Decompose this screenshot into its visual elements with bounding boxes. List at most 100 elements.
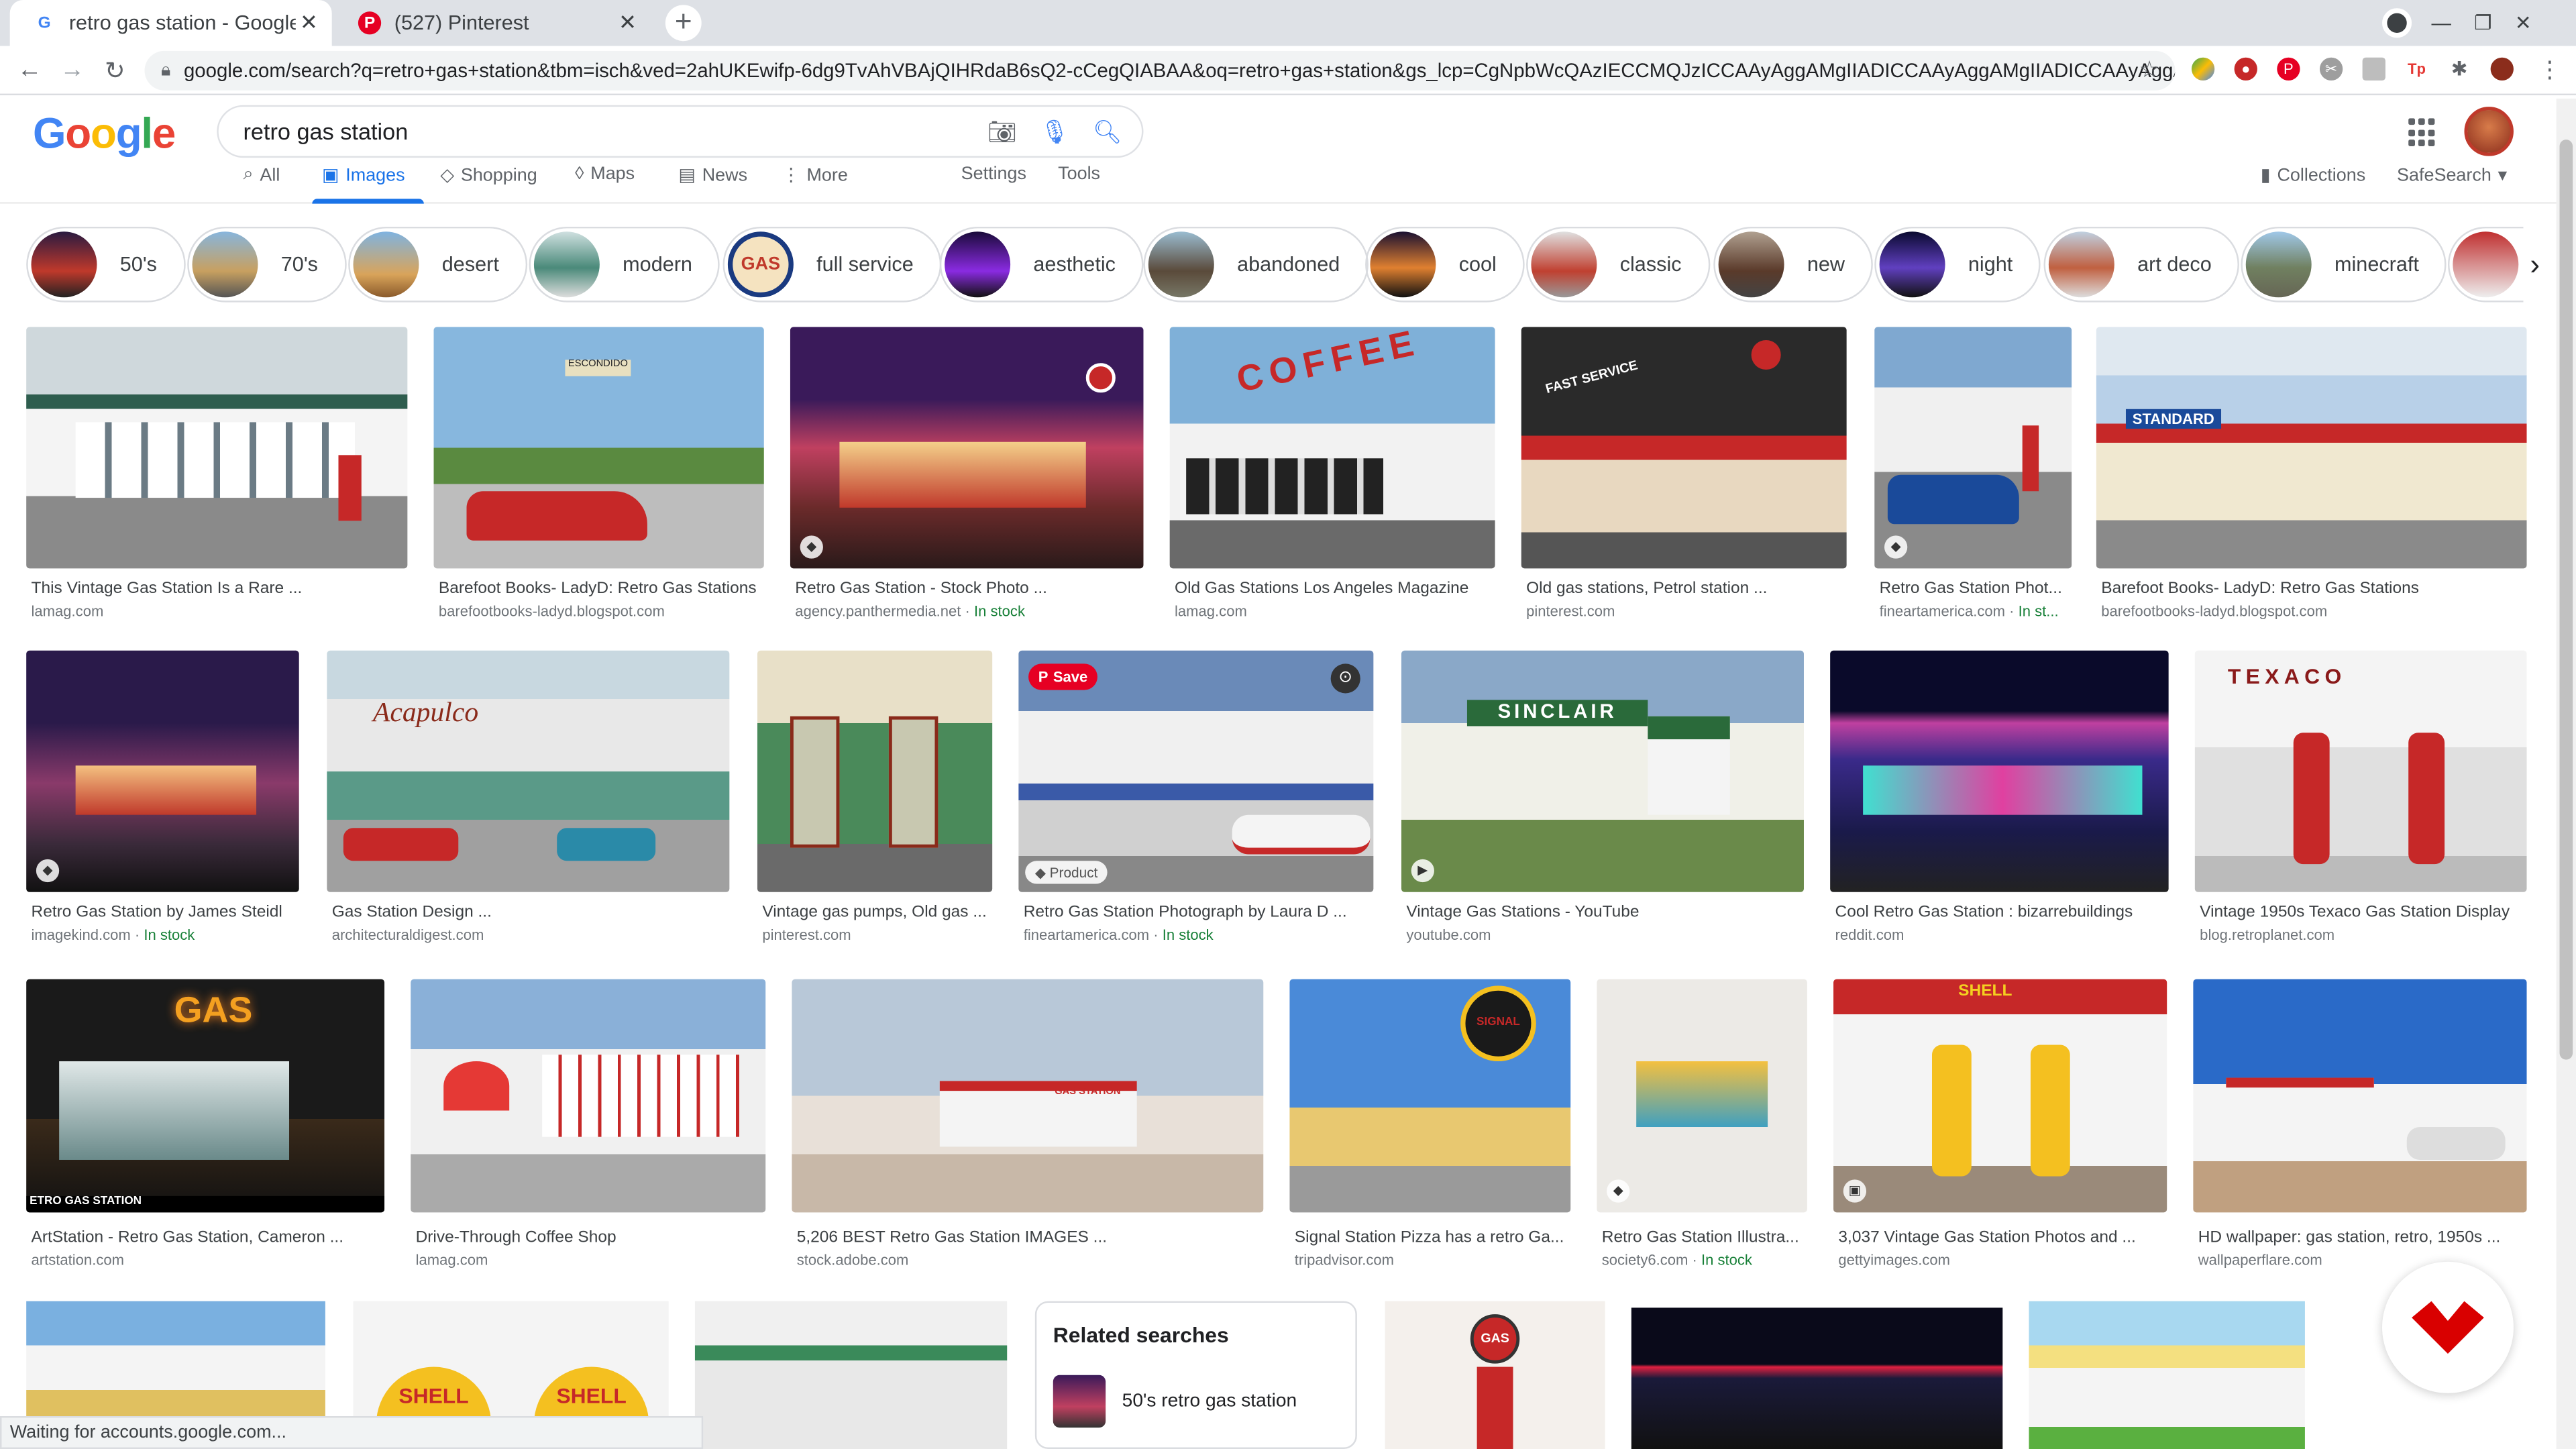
result-image[interactable]: ◆ [1874, 327, 2072, 569]
apps-grid-icon[interactable] [2408, 118, 2438, 148]
result-source[interactable]: stock.adobe.com [797, 1252, 1269, 1268]
result-source[interactable]: architecturaldigest.com [332, 926, 735, 943]
result-title[interactable]: Vintage 1950s Texaco Gas Station Display [2200, 904, 2532, 922]
result-source[interactable]: blog.retroplanet.com [2200, 926, 2532, 943]
related-search-item[interactable]: 50's retro gas station [1053, 1375, 1297, 1428]
google-logo[interactable]: Google [33, 109, 176, 160]
chip-classic[interactable]: classic [1526, 226, 1710, 303]
result-source[interactable]: barefootbooks-ladyd.blogspot.com [439, 603, 769, 619]
result-source[interactable]: pinterest.com [1526, 603, 1851, 619]
tab-more[interactable]: ⋮ More [782, 164, 848, 186]
chevron-right-icon[interactable]: › [2514, 243, 2557, 286]
result-image[interactable] [2193, 979, 2527, 1213]
chip-abandoned[interactable]: abandoned [1143, 226, 1368, 303]
extension-icon[interactable]: ✂ [2319, 57, 2343, 81]
floating-action-button[interactable] [2382, 1261, 2514, 1393]
chip-art-deco[interactable]: art deco [2043, 226, 2240, 303]
minimize-icon[interactable]: — [2431, 11, 2451, 34]
result-source[interactable]: artstation.com [32, 1252, 390, 1268]
pinterest-extension-icon[interactable]: P [2277, 57, 2300, 81]
result-title[interactable]: 3,037 Vintage Gas Station Photos and ... [1838, 1229, 2171, 1247]
chip-partial[interactable] [2447, 226, 2524, 303]
forward-icon[interactable]: → [59, 56, 85, 84]
menu-dots-icon[interactable]: ⋮ [2538, 56, 2561, 84]
result-image[interactable]: P Save ⊙ ◆ Product [1018, 650, 1374, 892]
result-source[interactable]: fineartamerica.com · In st... [1880, 603, 2077, 619]
result-title[interactable]: Cool Retro Gas Station : bizarrebuilding… [1835, 904, 2174, 922]
result-title[interactable]: Retro Gas Station - Stock Photo ... [795, 580, 1148, 598]
result-source[interactable]: society6.com · In stock [1602, 1252, 1812, 1268]
visual-search-icon[interactable]: ⊙ [1330, 663, 1360, 694]
chip-night[interactable]: night [1874, 226, 2041, 303]
chip-desert[interactable]: desert [348, 226, 527, 303]
profile-menu-icon[interactable] [2382, 8, 2412, 38]
result-image[interactable] [411, 979, 766, 1213]
result-image[interactable] [1830, 650, 2169, 892]
result-source[interactable]: lamag.com [416, 1252, 771, 1268]
result-source[interactable]: reddit.com [1835, 926, 2174, 943]
chip-50s[interactable]: 50's [26, 226, 185, 303]
search-icon[interactable]: 🔍︎ [1089, 117, 1126, 146]
result-image[interactable] [2029, 1301, 2305, 1449]
settings-link[interactable]: Settings [961, 164, 1026, 184]
tab-all[interactable]: ⌕ All [243, 164, 280, 186]
result-image[interactable]: ◆ [1597, 979, 1807, 1213]
result-title[interactable]: Vintage Gas Stations - YouTube [1406, 904, 1809, 922]
close-tab-icon[interactable]: ✕ [296, 10, 322, 36]
result-image[interactable]: FAST SERVICE [1521, 327, 1847, 569]
result-title[interactable]: This Vintage Gas Station Is a Rare ... [32, 580, 413, 598]
extension-icon[interactable] [2362, 57, 2385, 81]
result-title[interactable]: Retro Gas Station Phot... [1880, 580, 2077, 598]
result-image[interactable]: ◆ [790, 327, 1144, 569]
chip-aesthetic[interactable]: aesthetic [939, 226, 1144, 303]
result-source[interactable]: wallpaperflare.com [2198, 1252, 2532, 1268]
scrollbar-thumb[interactable] [2559, 140, 2573, 1060]
result-title[interactable]: HD wallpaper: gas station, retro, 1950s … [2198, 1229, 2532, 1247]
bookmark-star-icon[interactable]: ☆ [2139, 56, 2160, 84]
chip-70s[interactable]: 70's [187, 226, 346, 303]
result-title[interactable]: Barefoot Books- LadyD: Retro Gas Station… [439, 580, 769, 598]
drive-extension-icon[interactable] [2191, 57, 2215, 81]
result-image[interactable]: STANDARD [2096, 327, 2527, 569]
result-image[interactable]: GAS STATION [792, 979, 1264, 1213]
address-bar[interactable]: 🔒︎ google.com/search?q=retro+gas+station… [144, 50, 2176, 91]
result-image[interactable] [694, 1301, 1008, 1449]
collections-link[interactable]: ▮ Collections [2261, 164, 2365, 186]
result-title[interactable]: Old gas stations, Petrol station ... [1526, 580, 1851, 598]
result-image[interactable] [26, 327, 408, 569]
result-source[interactable]: gettyimages.com [1838, 1252, 2171, 1268]
result-title[interactable]: ArtStation - Retro Gas Station, Cameron … [32, 1229, 390, 1247]
chip-full-service[interactable]: GAS full service [722, 226, 942, 303]
camera-icon[interactable]: 📷︎ [984, 117, 1020, 146]
extension-icon[interactable]: Tp [2405, 57, 2428, 81]
result-source[interactable]: lamag.com [32, 603, 413, 619]
result-source[interactable]: youtube.com [1406, 926, 1809, 943]
microphone-icon[interactable]: 🎙︎ [1036, 117, 1073, 146]
result-title[interactable]: Gas Station Design ... [332, 904, 735, 922]
result-title[interactable]: Barefoot Books- LadyD: Retro Gas Station… [2101, 580, 2532, 598]
chip-new[interactable]: new [1713, 226, 1873, 303]
search-box[interactable]: retro gas station 📷︎ 🎙︎ 🔍︎ [217, 105, 1144, 158]
chip-minecraft[interactable]: minecraft [2241, 226, 2447, 303]
result-title[interactable]: Retro Gas Station Illustra... [1602, 1229, 1812, 1247]
result-image[interactable]: Acapulco [327, 650, 730, 892]
safesearch-dropdown[interactable]: SafeSearch ▾ [2397, 164, 2507, 186]
back-icon[interactable]: ← [16, 56, 42, 84]
result-image[interactable]: ESCONDIDO [433, 327, 764, 569]
result-image[interactable]: ◆ [26, 650, 299, 892]
result-source[interactable]: imagekind.com · In stock [32, 926, 305, 943]
result-title[interactable]: 5,206 BEST Retro Gas Station IMAGES ... [797, 1229, 1269, 1247]
result-image[interactable]: SINCLAIR ▶ [1401, 650, 1804, 892]
result-source[interactable]: fineartamerica.com · In stock [1024, 926, 1379, 943]
tools-link[interactable]: Tools [1058, 164, 1100, 184]
extensions-puzzle-icon[interactable]: ✱ [2447, 57, 2471, 81]
tab-maps[interactable]: ◊ Maps [575, 164, 635, 184]
tab-google[interactable]: G retro gas station - Google ✕ [9, 0, 332, 46]
result-image[interactable]: SHELL ▣ [1833, 979, 2167, 1213]
result-title[interactable]: Drive-Through Coffee Shop [416, 1229, 771, 1247]
result-image[interactable] [757, 650, 993, 892]
result-source[interactable]: tripadvisor.com [1295, 1252, 1576, 1268]
result-image[interactable]: TEXACO [2194, 650, 2527, 892]
new-tab-button[interactable]: + [665, 5, 702, 42]
tab-pinterest[interactable]: P (527) Pinterest ✕ [335, 0, 651, 46]
